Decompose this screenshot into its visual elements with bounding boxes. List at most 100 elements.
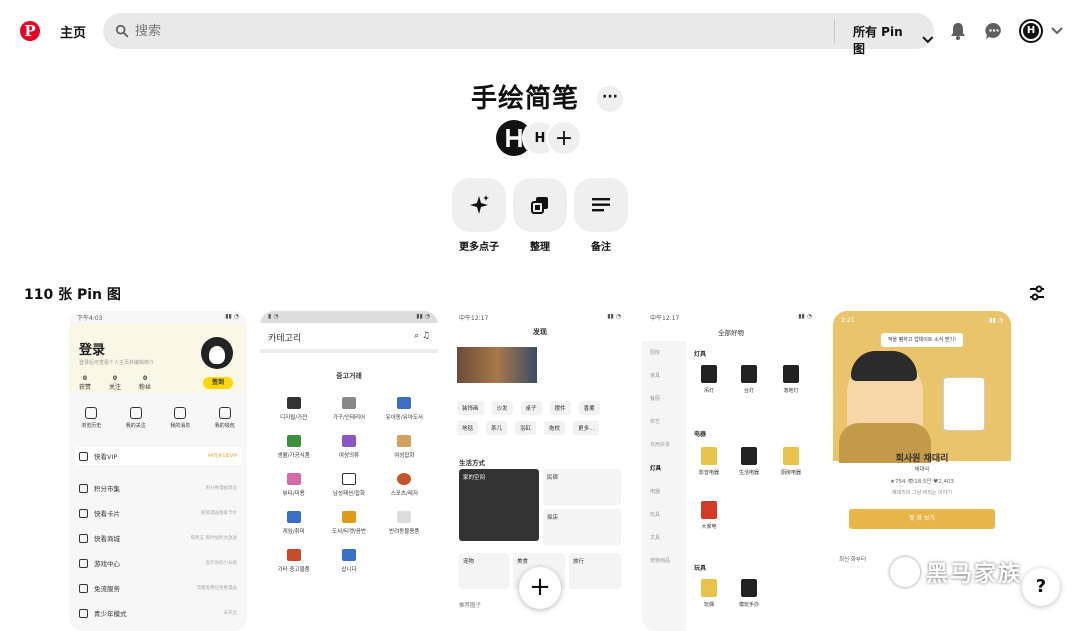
goods-item: 大家电	[694, 501, 724, 530]
menu-label: 游戏中心	[94, 560, 120, 568]
goods-label: 模玩手办	[738, 602, 759, 608]
category-cell: 도서/티켓/음반	[321, 511, 376, 535]
status-time: 2:21	[841, 317, 855, 324]
dress-icon	[341, 435, 356, 447]
shortcut-label: 我的关注	[125, 423, 146, 429]
board-more-button[interactable]: ···	[597, 86, 623, 112]
menu-label: 快看商城	[94, 535, 120, 543]
side-item: 布艺	[650, 419, 661, 425]
card-label: 家的空间	[463, 475, 486, 481]
card-label: 旅行	[573, 559, 585, 565]
goods-label: 生活电器	[738, 470, 759, 476]
pin-card-2[interactable]: ▮ ◔ ▮▮ ◔ 카테고리 ⌕ ♫ 중고거래 디지털/가전 가구/인테리어 유아동/…	[260, 311, 438, 631]
wallet-icon	[218, 407, 231, 419]
side-item: 家具	[650, 373, 661, 379]
side-item: 日用杂货	[650, 442, 671, 448]
notes-button[interactable]	[574, 178, 628, 232]
search-input[interactable]	[135, 13, 825, 49]
goods-label: 玩偶	[703, 602, 714, 608]
menu-hint: 未开启	[223, 611, 238, 616]
pin-card-1[interactable]: 下午4:03 ▮▮ ◔ 登录 登录后可查看个人主页并编辑简介 0 获赞 0 关注 0 粉…	[69, 311, 247, 631]
status-icons: ▮▮ ◔	[798, 313, 812, 320]
help-button[interactable]: ?	[1022, 568, 1060, 606]
category-label: 남성패션/잡화	[332, 491, 366, 497]
shortcut-follow: 我的关注	[116, 407, 156, 429]
category-label: 여성잡화	[394, 453, 415, 459]
search-divider	[834, 19, 835, 43]
menu-hint: 99元买1年VIP	[207, 454, 237, 459]
shortcut-label: 我的钱包	[214, 423, 235, 429]
ball-icon	[397, 473, 412, 485]
card: 旅行	[569, 553, 621, 589]
subscribe-tooltip: 적을 펌하고 업데이트 소식 받기!	[881, 333, 963, 347]
category-cell: 디지털/가전	[266, 397, 321, 421]
card-icon	[79, 508, 88, 518]
status-time: 中午12:17	[459, 315, 489, 322]
pin-screenshot-4: 中午12:17 ▮▮ ◔ 全部好物 厨房 家具 餐厨 布艺 日用杂货 灯具 电器 …	[642, 311, 820, 631]
figure-icon	[741, 579, 757, 597]
pin-filter-dropdown[interactable]: 所有 Pin 图	[853, 23, 934, 57]
category-cell: 뷰티/미용	[266, 473, 321, 497]
card-label: 美食	[517, 559, 529, 565]
profile-stats: 0 获赞 0 关注 0 粉丝	[79, 375, 151, 391]
pin-card-3[interactable]: 中午12:17 ▮▮ ◔ 发现 装饰画 沙发 桌子 摆件 香薰 地毯 茶几 浴缸 …	[451, 311, 629, 631]
comic-description: 채대리의 그냥 비리는 이야기	[892, 490, 952, 496]
account-chevron-down-icon[interactable]	[1051, 26, 1063, 36]
megaphone-icon	[341, 549, 356, 561]
menu-hint: 每周五 限时福利大放送	[190, 536, 237, 541]
pinterest-logo-icon[interactable]: P	[20, 21, 40, 41]
goods-item: 吊灯	[694, 365, 724, 394]
teen-icon	[79, 608, 88, 618]
home-link[interactable]: 主页	[60, 22, 86, 41]
goods-item: 厨房电器	[776, 447, 806, 476]
side-item: 厨房	[650, 350, 661, 356]
filter-settings-icon[interactable]	[1028, 284, 1046, 302]
desk-lamp-icon	[741, 365, 757, 383]
menu-row: 积分市集 积分换漫画周边	[75, 479, 241, 497]
pin-card-4[interactable]: 中午12:17 ▮▮ ◔ 全部好物 厨房 家具 餐厨 布艺 日用杂货 灯具 电器 …	[642, 311, 820, 631]
pendant-lamp-icon	[701, 365, 717, 383]
organize-button[interactable]	[513, 178, 567, 232]
shortcut-label: 浏览历史	[81, 423, 102, 429]
category-label: 유아동/유아도서	[385, 415, 423, 421]
shortcut-wallet: 我的钱包	[205, 407, 245, 429]
board-title-text: 手绘简笔	[470, 84, 579, 114]
notes-label: 备注	[591, 242, 611, 253]
bag-icon	[397, 435, 412, 447]
card: 探店	[543, 509, 621, 545]
board-title: 手绘简笔	[0, 78, 1080, 115]
stat-value: 0	[82, 375, 88, 382]
status-icons: ▮▮ ◔	[607, 313, 621, 320]
search-bell-icons: ⌕ ♫	[414, 331, 430, 341]
menu-label: 快看卡片	[94, 510, 120, 518]
goods-item: 台灯	[734, 365, 764, 394]
category-label: 스포츠/레저	[390, 491, 418, 497]
all-goods-title: 全部好物	[718, 329, 744, 337]
add-collaborator-button[interactable]: +	[546, 120, 582, 156]
stat-label: 获赞	[79, 384, 92, 391]
search-bar[interactable]: 所有 Pin 图	[103, 13, 934, 56]
category-cell: 남성패션/잡화	[321, 473, 376, 497]
add-pin-button[interactable]: +	[519, 567, 561, 609]
tag-chip: 香薰	[578, 401, 600, 415]
menu-hint: 宣炸你的小长假	[205, 561, 238, 566]
pin-screenshot-1: 下午4:03 ▮▮ ◔ 登录 登录后可查看个人主页并编辑简介 0 获赞 0 关注 0 粉…	[69, 311, 247, 631]
menu-hint: 流量免费任性看漫画	[196, 586, 238, 591]
sparkle-icon	[470, 195, 489, 214]
sofa-icon	[341, 397, 356, 409]
ticket-icon	[341, 511, 356, 523]
messages-icon[interactable]	[984, 21, 1004, 41]
status-icons: ▮▮ ◔	[416, 313, 430, 320]
goods-label: 落地灯	[783, 388, 799, 394]
footer-label: 推荐圈子	[459, 603, 482, 609]
bell-icon[interactable]	[948, 21, 968, 41]
menu-row: 快看商城 每周五 限时福利大放送	[75, 529, 241, 547]
user-avatar-initial: H	[1023, 23, 1039, 39]
category-cell: 반려동물용품	[377, 511, 432, 535]
chevron-down-icon	[922, 36, 934, 44]
menu-row: 快看卡片 解锁漫画独家卡片	[75, 504, 241, 522]
more-ideas-button[interactable]	[452, 178, 506, 232]
status-bar: 2:21 ▮▮ ◔	[833, 315, 1011, 327]
user-avatar[interactable]: H	[1019, 19, 1043, 43]
appliance-icon	[741, 447, 757, 465]
